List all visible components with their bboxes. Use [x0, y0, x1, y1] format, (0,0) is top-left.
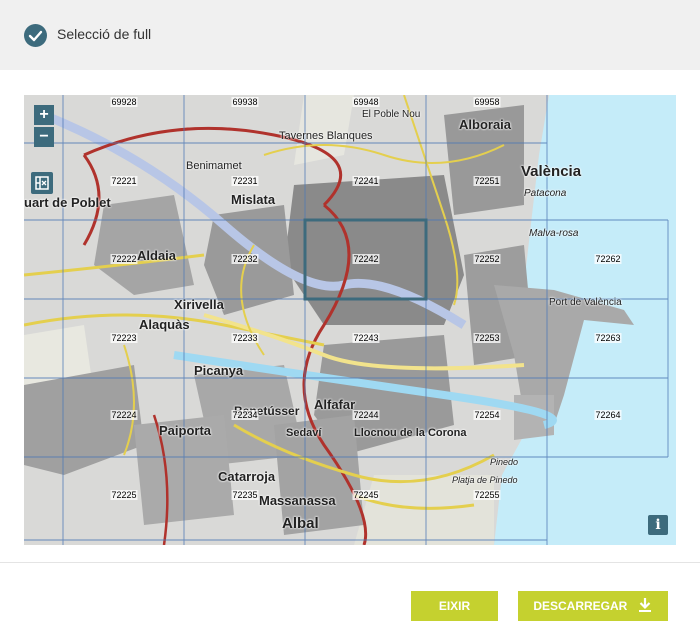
place-label: Sedaví [286, 427, 322, 439]
info-button[interactable]: i [648, 515, 668, 535]
place-label: Patacona [524, 188, 567, 199]
map-viewer[interactable]: Alboraia València Mislata uart de Poblet… [24, 95, 676, 545]
download-icon [638, 598, 651, 612]
zoom-out-button[interactable]: − [34, 127, 54, 147]
place-label: Pinedo [490, 457, 519, 467]
place-label: Mislata [231, 192, 276, 207]
place-label: Llocnou de la Corona [354, 427, 467, 439]
download-button[interactable]: DESCARREGAR [518, 591, 668, 621]
sheet-label[interactable]: 72223 [110, 333, 138, 343]
place-label: uart de Poblet [24, 195, 111, 210]
sheet-label[interactable]: 72244 [352, 410, 380, 420]
sheet-label[interactable]: 72254 [473, 410, 501, 420]
place-label: Massanassa [259, 493, 336, 508]
layers-toggle-button[interactable] [31, 172, 53, 194]
map-legend-icon [35, 176, 49, 190]
dialog-header: Selecció de full [0, 0, 700, 70]
place-label: Tavernes Blanques [279, 130, 373, 142]
place-label: Port de València [549, 297, 622, 308]
sheet-label[interactable]: 72225 [110, 490, 138, 500]
place-label: El Poble Nou [362, 109, 421, 120]
place-label: Malva-rosa [529, 228, 579, 239]
sheet-label[interactable]: 72262 [594, 254, 622, 264]
place-label: Albal [282, 515, 319, 532]
place-label: Picanya [194, 363, 244, 378]
sheet-label[interactable]: 72233 [231, 333, 259, 343]
sheet-label[interactable]: 72255 [473, 490, 501, 500]
place-label: Benimamet [186, 160, 242, 172]
sheet-label[interactable]: 72264 [594, 410, 622, 420]
sheet-label[interactable]: 72263 [594, 333, 622, 343]
sheet-label[interactable]: 72222 [110, 254, 138, 264]
sheet-label[interactable]: 72245 [352, 490, 380, 500]
dialog-footer: EIXIR DESCARREGAR [0, 562, 700, 633]
place-label: Catarroja [218, 469, 276, 484]
zoom-in-button[interactable]: + [34, 105, 54, 125]
sheet-label[interactable]: 72242 [352, 254, 380, 264]
sheet-label[interactable]: 72234 [231, 410, 259, 420]
place-label: Aldaia [137, 248, 177, 263]
sheet-label[interactable]: 69928 [110, 97, 138, 107]
sheet-label[interactable]: 72231 [231, 176, 259, 186]
place-label: València [521, 163, 582, 180]
sheet-label[interactable]: 69948 [352, 97, 380, 107]
sheet-label[interactable]: 72224 [110, 410, 138, 420]
check-circle-icon [24, 24, 47, 47]
place-label: Alfafar [314, 397, 356, 412]
download-button-label: DESCARREGAR [533, 599, 628, 613]
place-label: Alboraia [459, 117, 512, 132]
sheet-label[interactable]: 72243 [352, 333, 380, 343]
place-label: Platja de Pinedo [452, 475, 518, 485]
place-label: Paiporta [159, 423, 212, 438]
sheet-label[interactable]: 69958 [473, 97, 501, 107]
sheet-label[interactable]: 72235 [231, 490, 259, 500]
sheet-label[interactable]: 72221 [110, 176, 138, 186]
sheet-label[interactable]: 69938 [231, 97, 259, 107]
dialog-title: Selecció de full [57, 26, 152, 42]
sheet-label[interactable]: 72253 [473, 333, 501, 343]
exit-button[interactable]: EIXIR [411, 591, 498, 621]
sheet-label[interactable]: 72252 [473, 254, 501, 264]
sheet-label[interactable]: 72251 [473, 176, 501, 186]
place-label: Alaquàs [139, 317, 190, 332]
place-label: Xirivella [174, 297, 224, 312]
sheet-label[interactable]: 72241 [352, 176, 380, 186]
sheet-label[interactable]: 72232 [231, 254, 259, 264]
